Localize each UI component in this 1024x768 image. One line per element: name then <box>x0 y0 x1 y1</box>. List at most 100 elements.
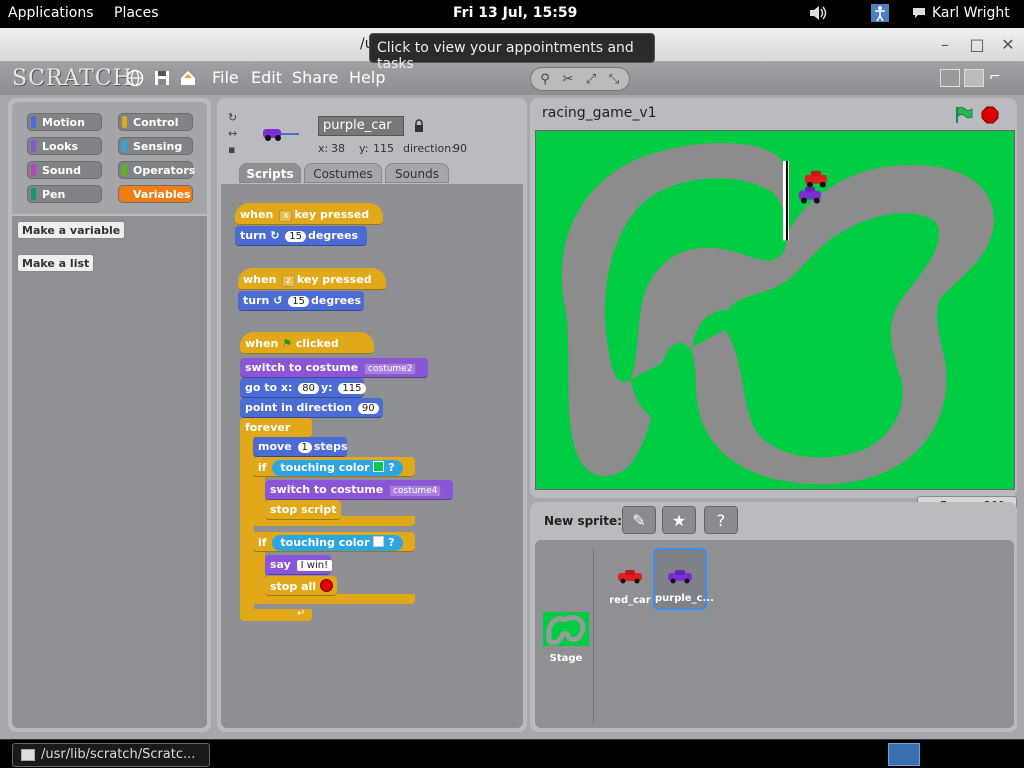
move-steps-block[interactable]: move 1 steps <box>253 437 348 457</box>
choose-sprite-icon[interactable]: ★ <box>662 506 696 534</box>
workspace-switcher[interactable] <box>888 743 920 766</box>
when-key-pressed-block[interactable]: when z key pressed <box>238 268 386 290</box>
volume-icon[interactable] <box>808 4 828 22</box>
operators-swatch <box>122 164 127 176</box>
sprite-name-field[interactable]: purple_car <box>318 116 404 136</box>
paint-sprite-icon[interactable]: ✎ <box>622 506 656 534</box>
applications-menu[interactable]: Applications <box>8 5 94 21</box>
degrees-input[interactable]: 15 <box>285 231 306 242</box>
make-variable-button[interactable]: Make a variable <box>17 221 126 239</box>
make-list-button[interactable]: Make a list <box>17 254 95 272</box>
turn-left-icon: ↺ <box>273 294 283 307</box>
category-motion[interactable]: Motion <box>27 113 102 131</box>
scripts-area[interactable]: when x key pressed turn ↻ 15 degrees when … <box>221 184 523 728</box>
category-pen[interactable]: Pen <box>27 185 102 203</box>
lock-icon[interactable] <box>414 119 424 132</box>
close-icon[interactable]: ✕ <box>997 34 1019 56</box>
steps-input[interactable]: 1 <box>297 442 312 453</box>
say-block[interactable]: say I win! <box>265 555 333 575</box>
category-label: Pen <box>42 188 66 201</box>
tab-costumes[interactable]: Costumes <box>304 163 382 183</box>
sprite-library: red_car purple_c... Stage <box>535 540 1014 728</box>
category-sound[interactable]: Sound <box>27 161 102 179</box>
accessibility-icon[interactable] <box>870 3 890 23</box>
taskbar-window-button[interactable]: /usr/lib/scratch/Scratc... <box>12 743 210 767</box>
category-control[interactable]: Control <box>118 113 193 131</box>
category-sensing[interactable]: Sensing <box>118 137 193 155</box>
flip-icon[interactable]: ↔ <box>228 127 237 140</box>
sprite-thumbnail <box>263 129 299 141</box>
point-direction-block[interactable]: point in direction 90 <box>240 398 383 418</box>
sprite-editor: ↻ ↔ ▪ purple_car x: 38 y: 115 direction:… <box>217 98 527 732</box>
save-icon[interactable] <box>153 69 171 87</box>
block-text: degrees <box>308 229 359 242</box>
degrees-input[interactable]: 15 <box>288 296 309 307</box>
costume-dropdown[interactable]: costume2 <box>364 363 417 375</box>
stage-thumb[interactable]: Stage <box>541 612 591 668</box>
menu-file[interactable]: File <box>212 68 239 87</box>
menu-share[interactable]: Share <box>292 68 338 87</box>
stage-canvas[interactable] <box>535 130 1015 490</box>
duplicate-icon[interactable]: ⚲ <box>535 70 555 90</box>
forever-block[interactable]: forever <box>240 418 312 438</box>
color-swatch-white[interactable] <box>373 536 385 547</box>
go-to-block[interactable]: go to x: 80 y: 115 <box>240 378 366 398</box>
no-rotate-icon[interactable]: ▪ <box>228 143 235 156</box>
turn-left-block[interactable]: turn ↺ 15 degrees <box>238 291 364 311</box>
when-flag-clicked-block[interactable]: when ⚑ clicked <box>240 332 374 354</box>
variables-swatch <box>122 188 127 200</box>
clock[interactable]: Fri 13 Jul, 15:59 <box>453 5 577 21</box>
divider <box>593 548 594 724</box>
key-dropdown[interactable]: x <box>279 210 293 222</box>
sprite-thumb-red-car[interactable]: red_car <box>603 548 657 610</box>
presentation-icon[interactable]: ⌐ <box>989 69 1003 87</box>
block-text: when <box>243 273 277 286</box>
touching-color-block[interactable]: touching color ? <box>272 535 403 551</box>
stop-icon[interactable] <box>981 106 999 124</box>
category-operators[interactable]: Operators <box>118 161 195 179</box>
shrink-icon[interactable]: ⤡ <box>604 70 624 90</box>
stop-all-block[interactable]: stop all <box>265 576 337 596</box>
normal-stage-icon[interactable] <box>964 69 984 87</box>
block-text: clicked <box>295 337 339 350</box>
costume-dropdown[interactable]: costume4 <box>389 485 442 497</box>
switch-costume-block[interactable]: switch to costume costume4 <box>265 480 453 500</box>
category-variables[interactable]: Variables <box>118 185 193 203</box>
color-swatch-green[interactable] <box>373 461 385 472</box>
control-swatch <box>122 116 127 128</box>
if-block[interactable]: if touching color ? <box>253 457 415 477</box>
when-key-pressed-block[interactable]: when x key pressed <box>235 203 383 225</box>
sensing-swatch <box>122 140 127 152</box>
delete-icon[interactable]: ✂ <box>558 70 578 90</box>
small-stage-icon[interactable] <box>940 69 960 87</box>
stop-script-block[interactable]: stop script <box>265 500 341 520</box>
places-menu[interactable]: Places <box>114 5 159 21</box>
share-icon[interactable] <box>179 69 197 87</box>
stage-thumbnail <box>543 612 589 646</box>
if-block[interactable]: if touching color ? <box>253 532 415 552</box>
category-looks[interactable]: Looks <box>27 137 102 155</box>
switch-costume-block[interactable]: switch to costume costume2 <box>240 358 428 378</box>
touching-color-block[interactable]: touching color ? <box>272 460 403 476</box>
y-input[interactable]: 115 <box>338 383 366 394</box>
turn-right-block[interactable]: turn ↻ 15 degrees <box>235 226 367 246</box>
rotate-icon[interactable]: ↻ <box>228 111 237 124</box>
chat-icon[interactable] <box>912 7 926 19</box>
menu-edit[interactable]: Edit <box>251 68 282 87</box>
sprite-thumb-purple-car[interactable]: purple_c... <box>653 548 714 610</box>
forever-arm <box>240 436 254 611</box>
tab-scripts[interactable]: Scripts <box>239 163 301 183</box>
grow-icon[interactable]: ⤢ <box>581 70 601 90</box>
say-input[interactable]: I win! <box>296 560 333 571</box>
user-menu[interactable]: Karl Wright <box>932 5 1010 21</box>
minimize-icon[interactable]: – <box>934 34 956 56</box>
maximize-icon[interactable]: □ <box>966 34 988 56</box>
key-dropdown[interactable]: z <box>282 275 295 287</box>
random-sprite-icon[interactable]: ? <box>704 506 738 534</box>
globe-icon[interactable] <box>126 69 144 87</box>
sprite-name: red_car <box>609 595 651 606</box>
green-flag-icon[interactable] <box>954 106 974 124</box>
direction-input[interactable]: 90 <box>357 403 379 414</box>
x-input[interactable]: 80 <box>298 383 319 394</box>
tab-sounds[interactable]: Sounds <box>385 163 449 183</box>
